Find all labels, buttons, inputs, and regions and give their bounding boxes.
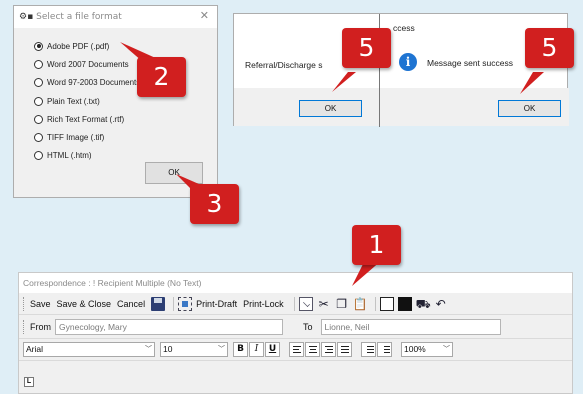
border-box-icon[interactable]: [379, 296, 394, 311]
scissors-cut-icon[interactable]: ✂: [317, 297, 331, 311]
radio-button[interactable]: [34, 59, 43, 69]
font-select[interactable]: Arial ﹀: [23, 342, 155, 357]
format-option-word-97-2003[interactable]: Word 97-2003 Documents: [34, 76, 140, 88]
to-field[interactable]: Lionne, Neil: [320, 318, 501, 335]
undo-icon[interactable]: ↶: [434, 297, 448, 311]
info-icon: i: [399, 53, 417, 71]
zoom-value: 100%: [404, 344, 426, 354]
tab-stop-button[interactable]: L: [24, 377, 34, 387]
success-dialog-title: ccess: [393, 23, 415, 33]
format-option-plain-text[interactable]: Plain Text (.txt): [34, 95, 100, 107]
to-label: To: [303, 321, 313, 332]
bullet-list-icon[interactable]: [361, 342, 376, 357]
format-option-label: HTML (.htm): [47, 150, 92, 160]
toolbar-grip: [23, 296, 26, 311]
radio-button[interactable]: [34, 114, 43, 124]
format-option-label: TIFF Image (.tif): [47, 132, 105, 142]
step-badge-5-right: 5: [525, 28, 574, 68]
radio-button[interactable]: [34, 150, 43, 160]
message-dialogs: ccess Referral/Discharge s i Message sen…: [233, 13, 569, 127]
message-ok-button[interactable]: OK: [498, 100, 561, 117]
chevron-down-icon: ﹀: [218, 346, 225, 353]
print-draft-icon[interactable]: [178, 296, 193, 311]
referral-discharge-message: Referral/Discharge s: [245, 60, 323, 70]
fill-color-icon[interactable]: [397, 296, 412, 311]
format-option-tiff[interactable]: TIFF Image (.tif): [34, 131, 104, 143]
referral-ok-button[interactable]: OK: [299, 100, 362, 117]
correspondence-toolbar: Save Save & Close Cancel Print-Draft Pri…: [19, 293, 572, 315]
step-badge-1: 1: [352, 225, 401, 265]
format-option-pdf[interactable]: Adobe PDF (.pdf): [34, 40, 109, 52]
format-option-label: Word 2007 Documents: [47, 59, 129, 69]
format-option-label: Adobe PDF (.pdf): [47, 41, 110, 51]
from-label: From: [30, 321, 51, 332]
align-left-icon[interactable]: [289, 342, 304, 357]
format-option-label: Word 97-2003 Documents: [47, 77, 141, 87]
file-format-title: Select a file format: [36, 12, 122, 22]
message-sent-text: Message sent success: [427, 58, 513, 68]
from-field[interactable]: Gynecology, Mary: [55, 318, 283, 335]
file-format-titlebar: ⚙▪ Select a file format ✕: [14, 6, 217, 28]
font-size-value: 10: [163, 344, 173, 354]
print-lock-button[interactable]: Print-Lock: [243, 299, 284, 309]
app-icon: ⚙▪: [19, 11, 34, 22]
radio-button-checked[interactable]: [34, 41, 43, 51]
formatting-toolbar: Arial ﹀ 10 ﹀ B I U 100% ﹀: [19, 339, 572, 361]
format-ok-button[interactable]: OK: [145, 162, 203, 184]
save-close-button[interactable]: Save & Close: [57, 299, 112, 309]
toolbar-separator: [173, 296, 175, 311]
format-option-html[interactable]: HTML (.htm): [34, 149, 92, 161]
step-badge-5-left: 5: [342, 28, 391, 68]
binoculars-find-icon[interactable]: ⛟: [416, 297, 431, 311]
correspondence-title: Correspondence : ! Recipient Multiple (N…: [19, 273, 572, 293]
chevron-down-icon: ﹀: [443, 346, 450, 353]
close-icon[interactable]: ✕: [200, 10, 209, 21]
numbered-list-icon[interactable]: [377, 342, 392, 357]
chevron-down-icon: ﹀: [145, 346, 152, 353]
radio-button[interactable]: [34, 96, 43, 106]
print-draft-button[interactable]: Print-Draft: [196, 299, 237, 309]
bold-button[interactable]: B: [233, 342, 248, 357]
file-format-dialog: ⚙▪ Select a file format ✕ Adobe PDF (.pd…: [13, 5, 218, 198]
toolbar-grip: [23, 319, 26, 334]
copy-icon[interactable]: ❐: [335, 297, 349, 311]
underline-button[interactable]: U: [265, 342, 280, 357]
floppy-save-icon[interactable]: [151, 296, 166, 311]
recipient-fields: From Gynecology, Mary To Lionne, Neil: [19, 315, 572, 339]
insert-icon[interactable]: [298, 296, 313, 311]
correspondence-window: Correspondence : ! Recipient Multiple (N…: [18, 272, 573, 394]
step-badge-3: 3: [190, 184, 239, 224]
cancel-button[interactable]: Cancel: [117, 299, 145, 309]
zoom-select[interactable]: 100% ﹀: [401, 342, 453, 357]
toolbar-separator: [293, 296, 295, 311]
radio-button[interactable]: [34, 132, 43, 142]
align-center-icon[interactable]: [305, 342, 320, 357]
format-option-label: Plain Text (.txt): [47, 96, 100, 106]
align-right-icon[interactable]: [321, 342, 336, 357]
font-select-value: Arial: [26, 344, 44, 354]
save-button[interactable]: Save: [30, 299, 51, 309]
radio-button[interactable]: [34, 77, 43, 87]
format-option-rtf[interactable]: Rich Text Format (.rtf): [34, 113, 124, 125]
format-option-word-2007[interactable]: Word 2007 Documents: [34, 58, 129, 70]
step-badge-2: 2: [137, 57, 186, 97]
paste-icon[interactable]: 📋: [353, 297, 368, 311]
justify-icon[interactable]: [337, 342, 352, 357]
italic-button[interactable]: I: [249, 342, 264, 357]
font-size-select[interactable]: 10 ﹀: [160, 342, 228, 357]
format-option-label: Rich Text Format (.rtf): [47, 114, 125, 124]
toolbar-separator: [374, 296, 376, 311]
